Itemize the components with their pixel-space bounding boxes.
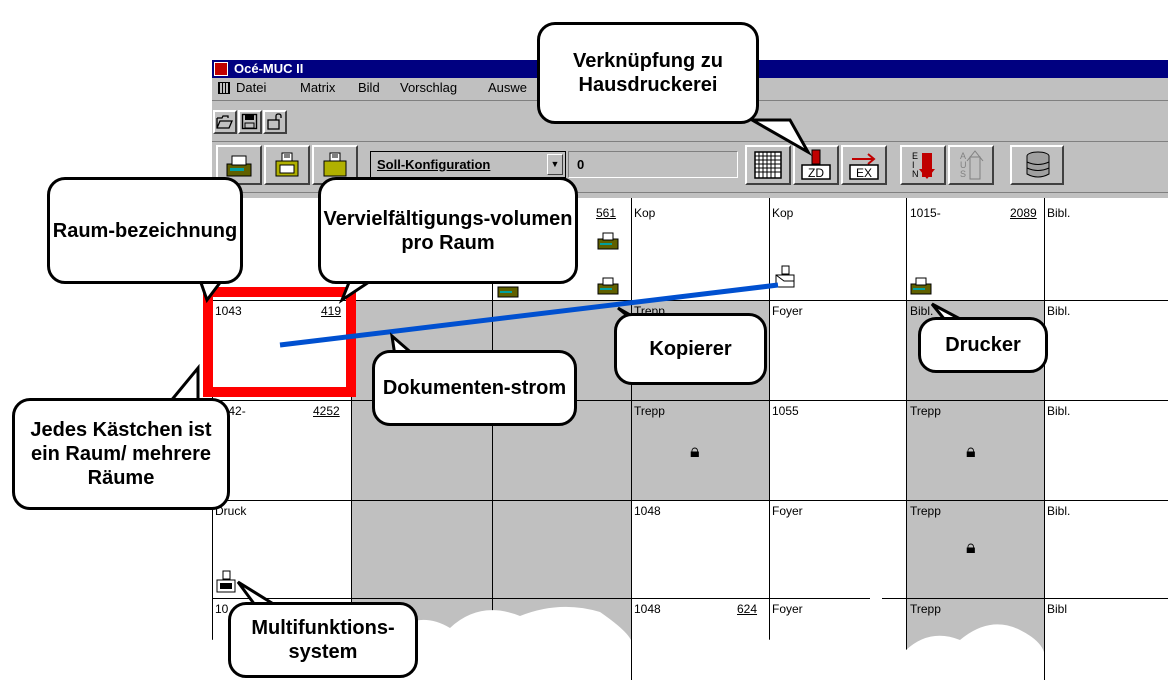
callout-multifunktion: Multifunktions-system <box>228 602 418 678</box>
callout-kaestchen: Jedes Kästchen ist ein Raum/ mehrere Räu… <box>12 398 230 510</box>
callout-kopierer: Kopierer <box>614 313 767 385</box>
callout-volumen: Vervielfältigungs-volumen pro Raum <box>318 177 578 284</box>
callout-drucker: Drucker <box>918 317 1048 373</box>
callout-dokumentenstrom: Dokumenten-strom <box>372 350 577 426</box>
callout-hausdruckerei: Verknüpfung zu Hausdruckerei <box>537 22 759 124</box>
callout-raumbezeichnung: Raum-bezeichnung <box>47 177 243 284</box>
